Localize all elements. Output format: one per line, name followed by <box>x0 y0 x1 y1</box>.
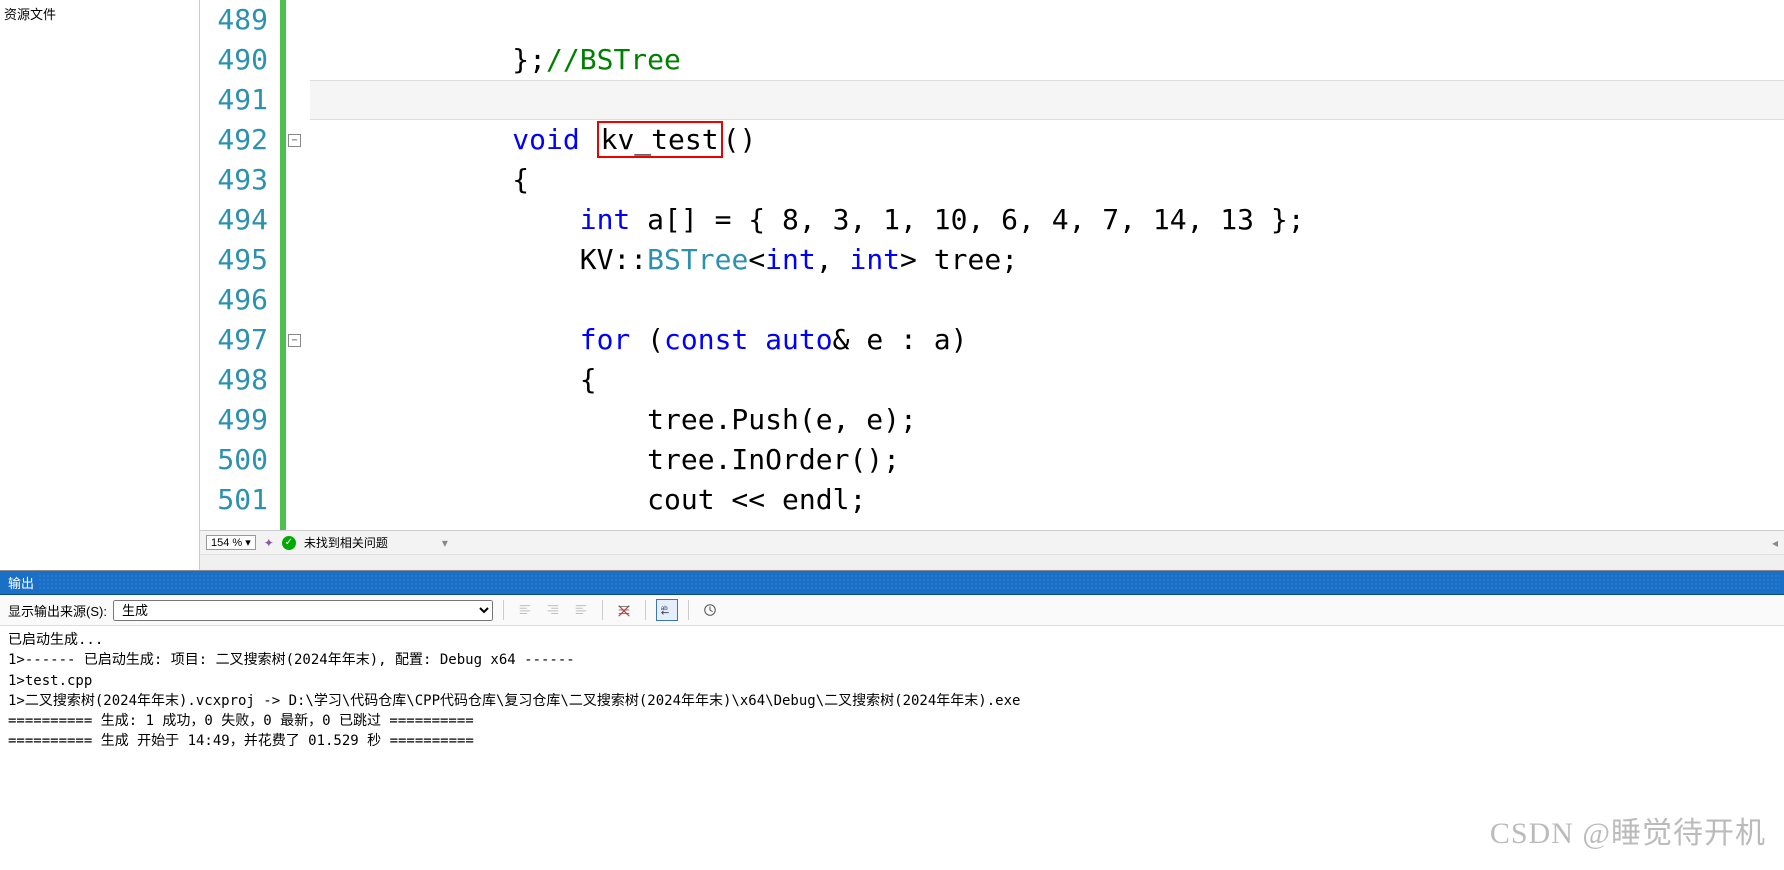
sidebar: 资源文件 <box>0 0 200 570</box>
code-line[interactable]: KV::BSTree<int, int> tree; <box>310 240 1784 280</box>
change-indicator <box>280 0 286 530</box>
editor-status-bar: 154 % ▾ ✦ ✓ 未找到相关问题 ▾ ◂ <box>200 530 1784 554</box>
line-number: 491 <box>212 80 268 120</box>
output-title-bar[interactable]: 输出 <box>0 571 1784 595</box>
clear-all-icon[interactable] <box>613 599 635 621</box>
zoom-dropdown[interactable]: 154 % ▾ <box>206 535 256 550</box>
fold-gutter[interactable]: −− <box>280 0 310 530</box>
code-line[interactable]: };//BSTree <box>310 40 1784 80</box>
indent-left-icon[interactable] <box>514 599 536 621</box>
code-line[interactable]: cout << endl; <box>310 480 1784 520</box>
indent-icon[interactable] <box>542 599 564 621</box>
line-number: 494 <box>212 200 268 240</box>
output-text[interactable]: 已启动生成... 1>------ 已启动生成: 项目: 二叉搜索树(2024年… <box>0 626 1784 870</box>
clock-icon[interactable] <box>699 599 721 621</box>
fold-toggle[interactable]: − <box>288 134 301 147</box>
check-icon: ✓ <box>282 536 296 550</box>
no-issues-text: 未找到相关问题 <box>304 534 388 551</box>
sidebar-label: 资源文件 <box>4 7 56 22</box>
line-number: 501 <box>212 480 268 520</box>
svg-text:ab: ab <box>661 605 668 612</box>
line-number: 492 <box>212 120 268 160</box>
code-editor[interactable]: 489490491492493494495496497498499500501 … <box>200 0 1784 530</box>
line-number-gutter: 489490491492493494495496497498499500501 <box>200 0 280 530</box>
code-line[interactable] <box>310 280 1784 320</box>
line-number: 499 <box>212 400 268 440</box>
line-number: 497 <box>212 320 268 360</box>
code-line[interactable]: { <box>310 360 1784 400</box>
code-line[interactable]: void kv_test() <box>310 120 1784 160</box>
line-number: 496 <box>212 280 268 320</box>
output-source-label: 显示输出来源(S): <box>8 601 107 620</box>
code-line[interactable]: int a[] = { 8, 3, 1, 10, 6, 4, 7, 14, 13… <box>310 200 1784 240</box>
intellicode-icon[interactable]: ✦ <box>264 536 274 550</box>
code-line[interactable]: { <box>310 160 1784 200</box>
outdent-icon[interactable] <box>570 599 592 621</box>
line-number: 498 <box>212 360 268 400</box>
line-number: 493 <box>212 160 268 200</box>
code-line[interactable] <box>310 80 1784 120</box>
output-toolbar: 显示输出来源(S): 生成 ab <box>0 595 1784 626</box>
line-number: 495 <box>212 240 268 280</box>
horizontal-scrollbar[interactable] <box>200 554 1784 570</box>
line-number: 490 <box>212 40 268 80</box>
code-line[interactable]: tree.InOrder(); <box>310 440 1784 480</box>
code-line[interactable]: tree.Push(e, e); <box>310 400 1784 440</box>
code-content[interactable]: };//BSTree void kv_test() { int a[] = { … <box>310 0 1784 530</box>
word-wrap-icon[interactable]: ab <box>656 599 678 621</box>
code-line[interactable] <box>310 0 1784 40</box>
fold-toggle[interactable]: − <box>288 334 301 347</box>
output-panel: 输出 显示输出来源(S): 生成 ab <box>0 570 1784 870</box>
code-line[interactable]: for (const auto& e : a) <box>310 320 1784 360</box>
output-source-select[interactable]: 生成 <box>113 600 493 621</box>
line-number: 489 <box>212 0 268 40</box>
line-number: 500 <box>212 440 268 480</box>
